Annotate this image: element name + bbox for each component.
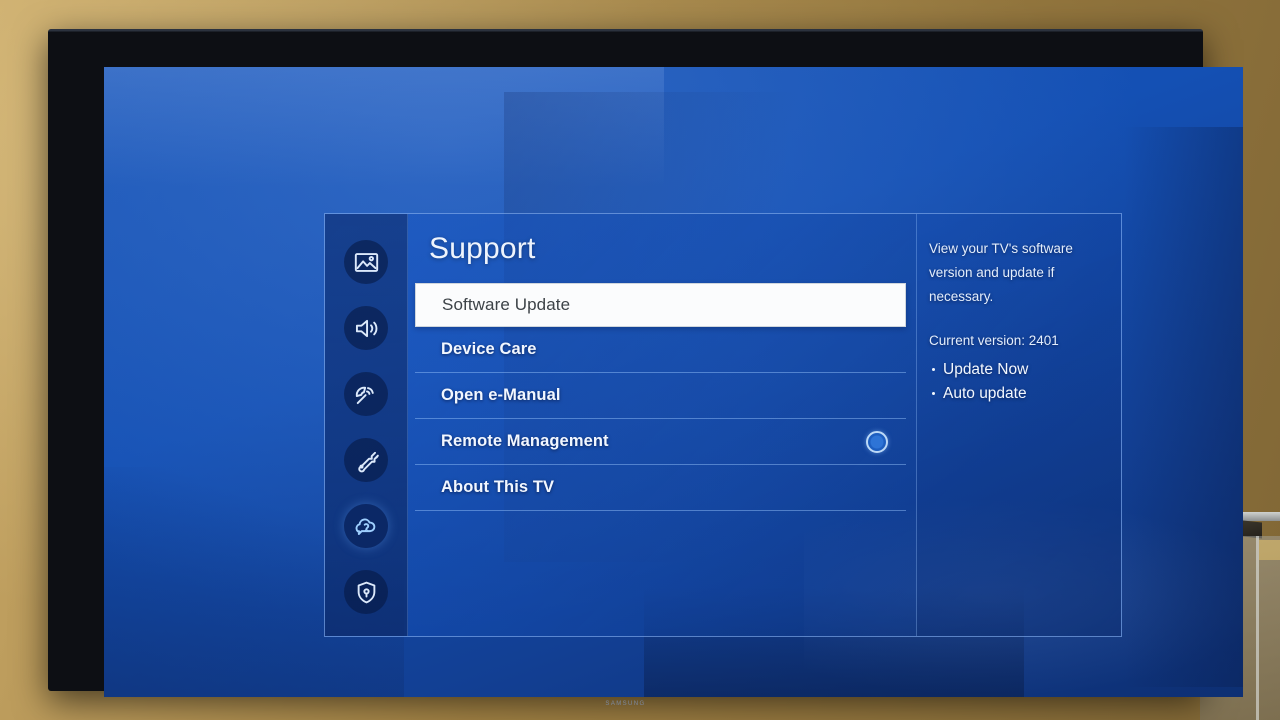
television-set: SAMSUNG Support Software Update Device C… — [48, 29, 1243, 707]
settings-sidebar — [325, 214, 408, 636]
info-action-list: Update Now Auto update — [929, 358, 1107, 406]
remote-management-toggle[interactable] — [866, 430, 888, 453]
page-title: Support — [429, 232, 536, 265]
info-action-label: Auto update — [943, 385, 1027, 402]
menu-item-device-care[interactable]: Device Care — [415, 327, 906, 373]
menu-item-about-this-tv[interactable]: About This TV — [415, 465, 906, 511]
brand-logo: SAMSUNG — [605, 701, 646, 707]
settings-menu-panel: Support Software Update Device Care Open… — [324, 213, 1122, 637]
settings-menu-list: Software Update Device Care Open e-Manua… — [415, 283, 906, 511]
shield-lock-icon — [353, 579, 380, 606]
bullet-icon — [932, 392, 935, 395]
sidebar-item-privacy[interactable] — [344, 570, 388, 614]
current-version-text: Current version: 2401 — [929, 333, 1059, 348]
support-help-icon — [353, 513, 380, 540]
tv-screen: Support Software Update Device Care Open… — [104, 67, 1243, 697]
menu-item-label: Software Update — [442, 295, 571, 314]
menu-item-open-e-manual[interactable]: Open e-Manual — [415, 373, 906, 419]
menu-item-software-update[interactable]: Software Update — [415, 283, 906, 327]
photo-scene: SAMSUNG Support Software Update Device C… — [0, 0, 1280, 720]
sidebar-item-support[interactable] — [344, 504, 388, 548]
sidebar-item-picture[interactable] — [344, 240, 388, 284]
sidebar-item-sound[interactable] — [344, 306, 388, 350]
sidebar-item-general[interactable] — [344, 438, 388, 482]
info-description: View your TV's software version and upda… — [929, 241, 1073, 304]
broadcast-icon — [353, 381, 380, 408]
bullet-icon — [932, 368, 935, 371]
screen-reflection — [1124, 127, 1243, 687]
menu-item-label: About This TV — [441, 478, 555, 496]
info-panel: View your TV's software version and upda… — [916, 214, 1121, 636]
info-action-label: Update Now — [943, 361, 1029, 378]
menu-item-label: Open e-Manual — [441, 386, 561, 404]
wrench-icon — [353, 447, 380, 474]
info-action-auto-update: Auto update — [929, 382, 1107, 406]
picture-icon — [353, 249, 380, 276]
menu-item-label: Device Care — [441, 340, 537, 358]
settings-main-column: Support Software Update Device Care Open… — [408, 214, 916, 636]
menu-item-remote-management[interactable]: Remote Management — [415, 419, 906, 465]
menu-item-label: Remote Management — [441, 432, 609, 450]
sound-icon — [353, 315, 380, 342]
info-action-update-now: Update Now — [929, 358, 1107, 382]
screen-reflection — [104, 67, 664, 187]
sidebar-item-broadcast[interactable] — [344, 372, 388, 416]
